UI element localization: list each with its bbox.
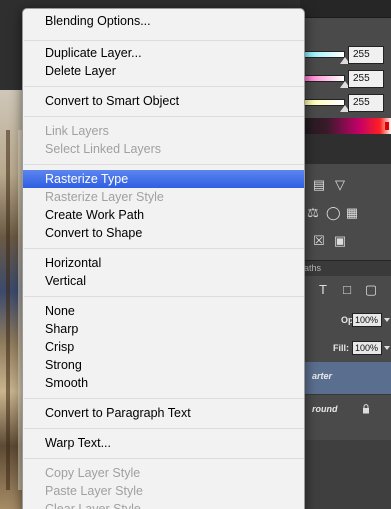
menu-item-select-linked-layers: Select Linked Layers bbox=[45, 142, 162, 156]
smart-object-icon[interactable]: ▢ bbox=[364, 283, 378, 297]
panel-divider bbox=[300, 134, 391, 164]
gradient-map-icon[interactable]: ▣ bbox=[333, 234, 347, 248]
menu-item-horizontal[interactable]: Horizontal bbox=[23, 254, 304, 272]
slider-track[interactable] bbox=[304, 51, 345, 58]
menu-separator bbox=[24, 458, 304, 459]
lock-icon bbox=[363, 404, 369, 414]
layer-context-menu: Blending Options... Duplicate Layer... D… bbox=[22, 8, 305, 509]
layer-name: arter bbox=[312, 371, 333, 381]
menu-item-convert-to-paragraph-text[interactable]: Convert to Paragraph Text bbox=[23, 404, 304, 422]
menu-separator bbox=[24, 398, 304, 399]
slider-value-field[interactable]: 255 bbox=[348, 46, 384, 64]
balance-icon[interactable]: ⚖ bbox=[306, 206, 320, 220]
layers-panel-footer bbox=[300, 440, 391, 509]
menu-item-antialias-strong[interactable]: Strong bbox=[23, 356, 304, 374]
layer-row-background[interactable]: round bbox=[300, 394, 391, 426]
menu-item-duplicate-layer[interactable]: Duplicate Layer... bbox=[23, 44, 304, 62]
menu-separator bbox=[24, 86, 304, 87]
channel-mixer-icon[interactable]: ◯ bbox=[326, 206, 341, 220]
opacity-dropdown-icon[interactable] bbox=[384, 318, 390, 322]
spectrum-marker bbox=[385, 122, 389, 130]
transform-icon[interactable]: □ bbox=[340, 283, 354, 297]
slider-track[interactable] bbox=[304, 99, 345, 106]
fill-label: Fill: bbox=[333, 343, 349, 353]
color-panel-header bbox=[300, 0, 391, 18]
tab-paths-label: aths bbox=[304, 263, 322, 273]
menu-item-rasterize-type[interactable]: Rasterize Type bbox=[23, 170, 304, 188]
menu-item-antialias-none[interactable]: None bbox=[23, 302, 304, 320]
levels-icon[interactable]: ▤ bbox=[312, 178, 326, 192]
layer-name: round bbox=[312, 404, 338, 414]
menu-item-delete-layer[interactable]: Delete Layer bbox=[23, 62, 304, 80]
menu-separator bbox=[24, 40, 304, 41]
menu-item-clear-layer-style: Clear Layer Style bbox=[45, 502, 141, 509]
menu-item-antialias-sharp[interactable]: Sharp bbox=[23, 320, 304, 338]
menu-item-antialias-crisp[interactable]: Crisp bbox=[23, 338, 304, 356]
menu-item-blending-options[interactable]: Blending Options... bbox=[23, 12, 304, 30]
menu-item-paste-layer-style: Paste Layer Style bbox=[45, 484, 143, 498]
layer-row-selected[interactable]: arter bbox=[300, 362, 391, 394]
type-icon[interactable]: T bbox=[316, 283, 330, 297]
menu-item-create-work-path[interactable]: Create Work Path bbox=[23, 206, 304, 224]
tab-paths[interactable]: aths bbox=[300, 260, 391, 276]
slider-value-field[interactable]: 255 bbox=[348, 70, 384, 88]
menu-item-antialias-smooth[interactable]: Smooth bbox=[23, 374, 304, 392]
menu-separator bbox=[24, 296, 304, 297]
menu-item-rasterize-layer-style: Rasterize Layer Style bbox=[45, 190, 164, 204]
menu-item-link-layers: Link Layers bbox=[45, 124, 109, 138]
grid-icon[interactable]: ▦ bbox=[345, 206, 359, 220]
color-slider-b[interactable]: 255 bbox=[300, 94, 391, 116]
menu-item-warp-text[interactable]: Warp Text... bbox=[23, 434, 304, 452]
triangle-icon[interactable]: ▽ bbox=[333, 178, 347, 192]
color-spectrum[interactable] bbox=[300, 118, 391, 134]
opacity-field[interactable]: 100% bbox=[352, 313, 382, 327]
fill-dropdown-icon[interactable] bbox=[384, 346, 390, 350]
menu-separator bbox=[24, 116, 304, 117]
slider-value-field[interactable]: 255 bbox=[348, 94, 384, 112]
color-slider-g[interactable]: 255 bbox=[300, 70, 391, 92]
menu-item-convert-to-shape[interactable]: Convert to Shape bbox=[23, 224, 304, 242]
menu-item-copy-layer-style: Copy Layer Style bbox=[45, 466, 141, 480]
menu-separator bbox=[24, 164, 304, 165]
menu-separator bbox=[24, 428, 304, 429]
photo-column bbox=[6, 130, 10, 490]
color-slider-r[interactable]: 255 bbox=[300, 46, 391, 68]
invert-icon[interactable]: ☒ bbox=[312, 234, 326, 248]
menu-item-convert-to-smart-object[interactable]: Convert to Smart Object bbox=[23, 92, 304, 110]
fill-field[interactable]: 100% bbox=[352, 341, 382, 355]
menu-item-vertical[interactable]: Vertical bbox=[23, 272, 304, 290]
slider-track[interactable] bbox=[304, 75, 345, 82]
menu-separator bbox=[24, 248, 304, 249]
